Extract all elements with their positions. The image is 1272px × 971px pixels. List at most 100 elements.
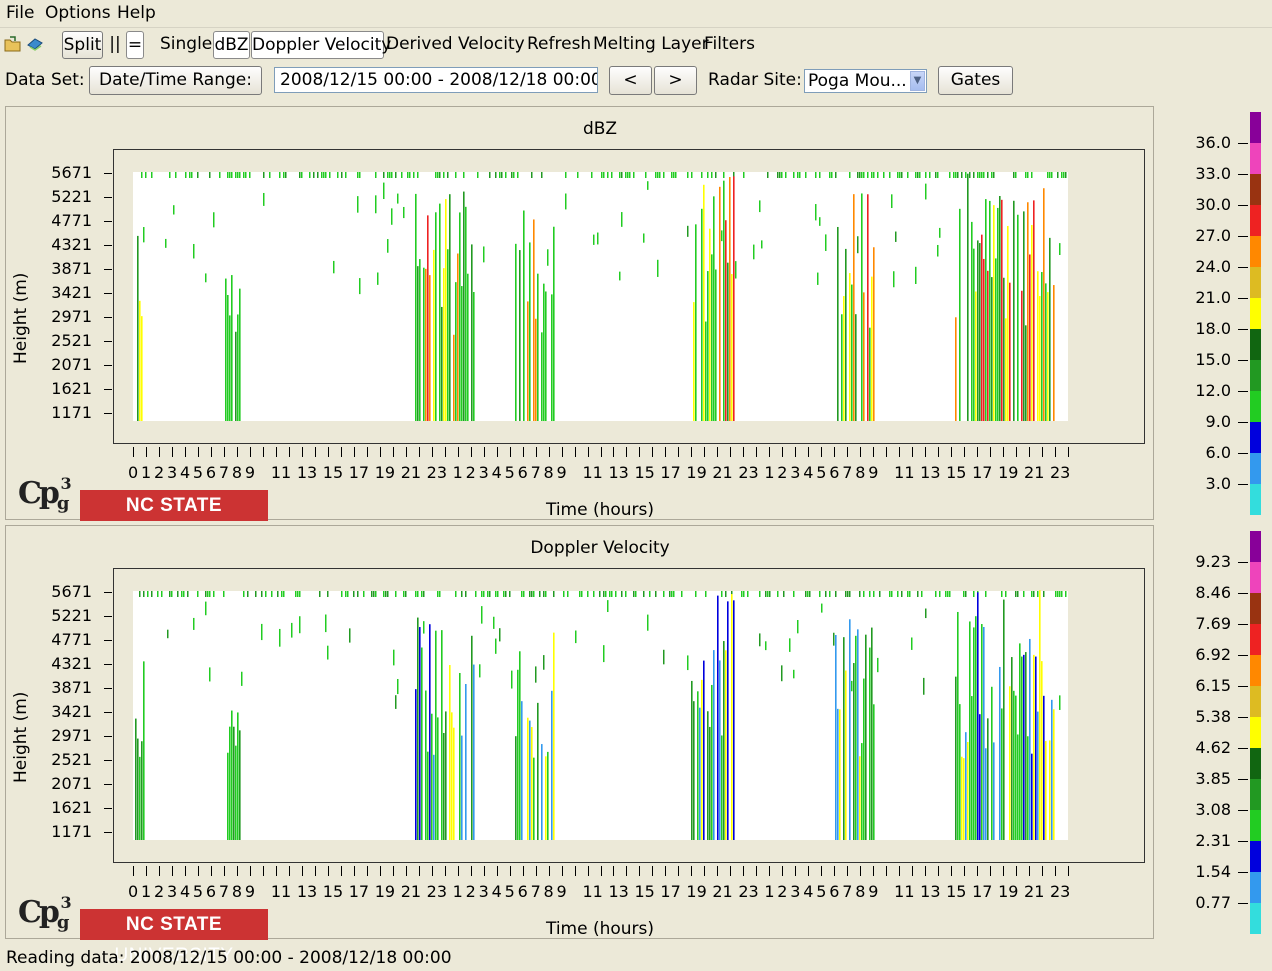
y-tick-mark <box>104 712 112 713</box>
dbz-heatmap <box>133 172 1068 421</box>
x-tick-mark <box>587 866 589 876</box>
heatmap-cell <box>855 314 857 421</box>
x-tick-mark <box>860 447 862 457</box>
refresh-button[interactable]: Refresh <box>527 31 591 59</box>
doppler-plot-area[interactable] <box>113 568 1145 863</box>
dbz-toggle[interactable]: dBZ <box>213 31 250 59</box>
date-range-field[interactable]: 2008/12/15 00:00 - 2008/12/18 00:00 <box>274 67 598 93</box>
heatmap-cell <box>575 630 577 644</box>
heatmap-cell <box>529 591 531 597</box>
heatmap-cell <box>423 267 425 421</box>
heatmap-cell <box>135 718 137 840</box>
menu-file[interactable]: File <box>6 3 34 23</box>
heatmap-cell <box>925 172 927 178</box>
heatmap-cell <box>141 316 143 421</box>
heatmap-cell <box>417 172 419 178</box>
x-tick-mark <box>691 447 693 457</box>
heatmap-cell <box>1057 172 1059 178</box>
heatmap-cell <box>781 172 783 178</box>
heatmap-cell <box>513 172 515 178</box>
heatmap-cell <box>329 172 331 178</box>
heatmap-cell <box>723 641 725 840</box>
x-tick-label: 8 <box>231 463 243 482</box>
heatmap-cell <box>855 635 857 840</box>
y-tick-mark <box>104 808 112 809</box>
colorbar-label: 24.0 <box>1195 257 1231 276</box>
heatmap-cell <box>711 254 713 421</box>
heatmap-cell <box>983 626 985 840</box>
heatmap-cell <box>695 224 697 421</box>
doppler-velocity-toggle[interactable]: Doppler Velocity <box>251 31 391 59</box>
side-by-side-toggle[interactable]: || <box>106 31 124 59</box>
split-button[interactable]: Split <box>62 31 103 59</box>
x-tick-label: 5 <box>504 463 515 482</box>
heatmap-cell <box>965 591 967 597</box>
date-time-range-button[interactable]: Date/Time Range: <box>89 66 262 95</box>
heatmap-cell <box>521 701 523 840</box>
heatmap-cell <box>403 591 405 597</box>
heatmap-cell <box>157 591 159 597</box>
heatmap-cell <box>953 172 955 178</box>
y-tick-label: 2521 <box>51 331 92 350</box>
heatmap-cell <box>401 172 403 178</box>
dbz-plot-area[interactable] <box>113 149 1145 444</box>
previous-range-button[interactable]: < <box>609 66 652 95</box>
heatmap-cell <box>765 591 767 597</box>
gates-button[interactable]: Gates <box>938 66 1013 95</box>
heatmap-cell <box>987 718 989 840</box>
colorbar-tick <box>1238 624 1248 625</box>
heatmap-cell <box>185 172 187 178</box>
x-tick-mark <box>886 447 888 457</box>
x-tick-label: 6 <box>205 882 217 901</box>
heatmap-cell <box>687 172 689 178</box>
heatmap-cell <box>421 647 423 840</box>
colorbar-segment <box>1250 236 1261 267</box>
single-toggle[interactable]: Single <box>160 31 212 59</box>
heatmap-cell <box>767 172 769 178</box>
chevron-down-icon[interactable]: ▼ <box>910 71 925 91</box>
save-data-icon[interactable] <box>26 35 44 53</box>
heatmap-cell <box>1051 699 1053 840</box>
heatmap-cell <box>1017 734 1019 840</box>
heatmap-cell <box>983 172 985 178</box>
filters-button[interactable]: Filters <box>704 31 755 59</box>
x-tick-mark <box>769 447 771 457</box>
heatmap-cell <box>603 591 605 597</box>
menu-options[interactable]: Options <box>45 3 111 23</box>
heatmap-cell <box>849 273 851 421</box>
heatmap-cell <box>1065 172 1067 178</box>
menu-divider <box>0 27 1272 28</box>
next-range-button[interactable]: > <box>654 66 697 95</box>
x-tick-mark <box>470 866 472 876</box>
heatmap-cell <box>601 172 603 178</box>
heatmap-cell <box>1059 695 1061 710</box>
heatmap-cell <box>1027 202 1029 421</box>
melting-layer-button[interactable]: Melting Layer <box>593 31 709 59</box>
heatmap-cell <box>285 172 287 178</box>
open-folder-icon[interactable] <box>4 35 22 53</box>
heatmap-cell <box>417 617 419 840</box>
heatmap-cell <box>893 271 895 288</box>
heatmap-cell <box>403 206 405 219</box>
heatmap-cell <box>377 272 379 285</box>
stacked-toggle[interactable]: = <box>126 31 144 59</box>
heatmap-cell <box>341 591 343 597</box>
heatmap-cell <box>455 282 457 421</box>
colorbar-segment <box>1250 531 1261 562</box>
heatmap-cell <box>779 172 781 178</box>
heatmap-cell <box>545 591 547 597</box>
x-tick-mark <box>665 866 667 876</box>
heatmap-cell <box>861 743 863 840</box>
heatmap-cell <box>255 591 257 597</box>
x-tick-mark <box>210 447 212 457</box>
colorbar-segment <box>1250 205 1261 236</box>
heatmap-cell <box>437 172 439 178</box>
heatmap-cell <box>1023 654 1025 840</box>
heatmap-cell <box>975 291 977 421</box>
x-tick-label: 11 <box>582 882 603 901</box>
radar-site-select[interactable]: Poga Mou... ▼ <box>804 69 927 93</box>
menu-help[interactable]: Help <box>117 3 156 23</box>
x-tick-mark <box>1029 447 1031 457</box>
colorbar-tick <box>1238 562 1248 563</box>
derived-velocity-toggle[interactable]: Derived Velocity <box>386 31 525 59</box>
